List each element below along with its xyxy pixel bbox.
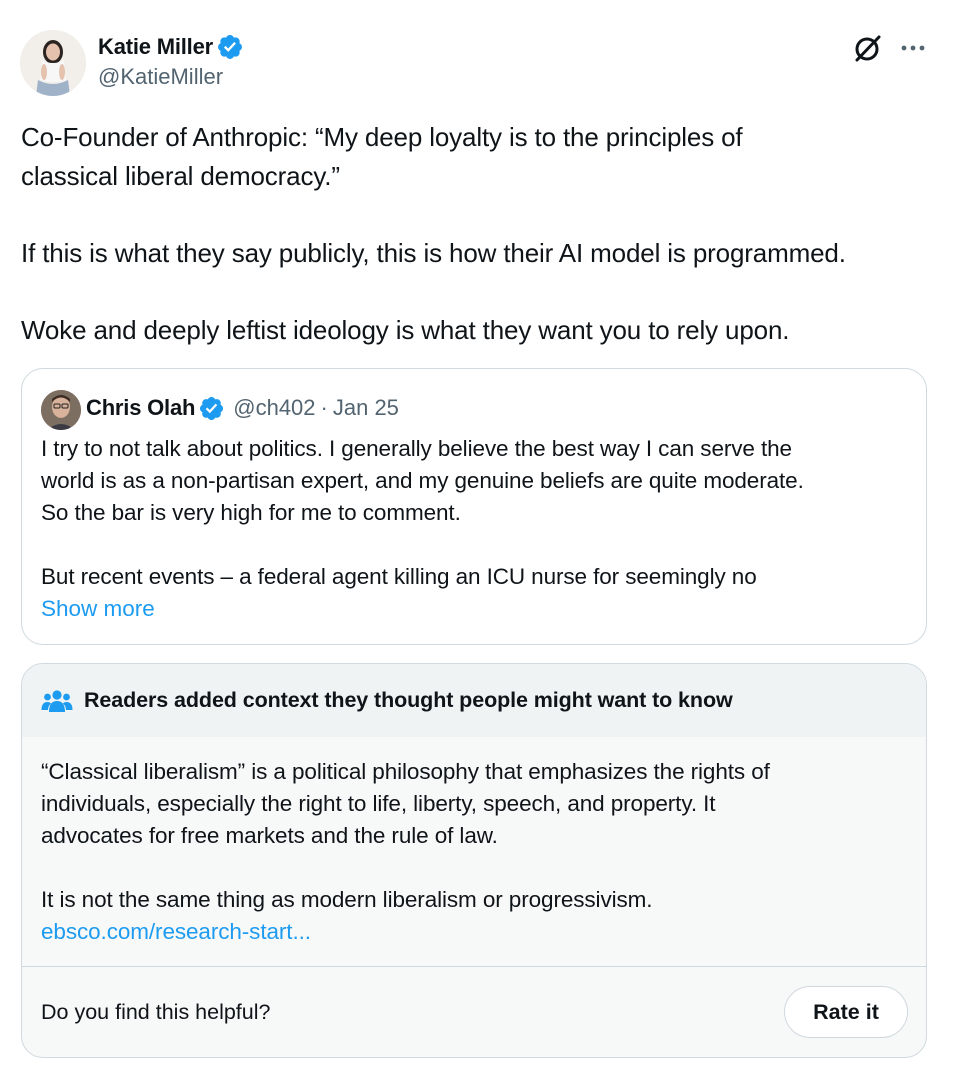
show-more-link[interactable]: Show more — [41, 593, 155, 625]
quote-text: I try to not talk about politics. I gene… — [41, 433, 911, 593]
author-handle[interactable]: @KatieMiller — [98, 64, 244, 90]
quote-text-line: But recent events – a federal agent kill… — [41, 564, 757, 589]
note-text-gap — [41, 852, 911, 884]
post-text-line: If this is what they say publicly, this … — [21, 237, 846, 268]
quote-text-line: So the bar is very high for me to commen… — [41, 500, 461, 525]
author-name[interactable]: Katie Miller — [98, 34, 213, 60]
note-text-line: individuals, especially the right to lif… — [41, 791, 716, 816]
post-text-line: Co-Founder of Anthropic: “My deep loyalt… — [21, 122, 743, 152]
note-source-link[interactable]: ebsco.com/research-start... — [41, 916, 911, 948]
quote-separator: · — [320, 395, 328, 420]
quote-author-avatar[interactable] — [41, 390, 81, 430]
post-text-line: classical liberal democracy.” — [21, 160, 340, 191]
note-text-line: “Classical liberalism” is a political ph… — [41, 759, 770, 784]
rate-it-button[interactable]: Rate it — [784, 986, 908, 1038]
helpful-question: Do you find this helpful? — [41, 1000, 271, 1024]
community-note-title: Readers added context they thought peopl… — [84, 688, 733, 712]
community-note: Readers added context they thought peopl… — [21, 663, 927, 1058]
quote-text-gap — [41, 529, 911, 561]
quote-header: Chris Olah @ch402 · Jan 25 — [86, 393, 399, 423]
note-text-line: advocates for free markets and the rule … — [41, 823, 498, 848]
author-avatar-image — [20, 30, 86, 96]
quote-author-avatar-image — [41, 390, 81, 430]
author-block: Katie Miller @KatieMiller — [98, 32, 244, 90]
quoted-post[interactable]: Chris Olah @ch402 · Jan 25 I try to not … — [21, 368, 927, 645]
author-name-row: Katie Miller — [98, 32, 244, 62]
grok-icon[interactable] — [852, 32, 884, 64]
quote-author-name[interactable]: Chris Olah — [86, 395, 195, 421]
community-note-body: “Classical liberalism” is a political ph… — [41, 756, 911, 948]
note-text-line: It is not the same thing as modern liber… — [41, 887, 653, 912]
verified-badge-icon[interactable] — [198, 395, 225, 422]
post-text-gap — [21, 272, 936, 311]
quote-date[interactable]: Jan 25 — [333, 395, 399, 421]
people-icon — [41, 689, 73, 712]
author-avatar[interactable] — [20, 30, 86, 96]
post-text-gap — [21, 195, 936, 234]
quote-text-line: I try to not talk about politics. I gene… — [41, 436, 792, 461]
community-note-header[interactable]: Readers added context they thought peopl… — [22, 664, 926, 737]
more-options-icon[interactable] — [898, 36, 928, 60]
post-text: Co-Founder of Anthropic: “My deep loyalt… — [21, 118, 936, 349]
quote-text-line: world is as a non-partisan expert, and m… — [41, 468, 804, 493]
verified-badge-icon[interactable] — [216, 33, 244, 61]
note-divider — [22, 966, 926, 967]
quote-author-handle[interactable]: @ch402 — [233, 395, 315, 421]
post-text-line: Woke and deeply leftist ideology is what… — [21, 314, 790, 345]
